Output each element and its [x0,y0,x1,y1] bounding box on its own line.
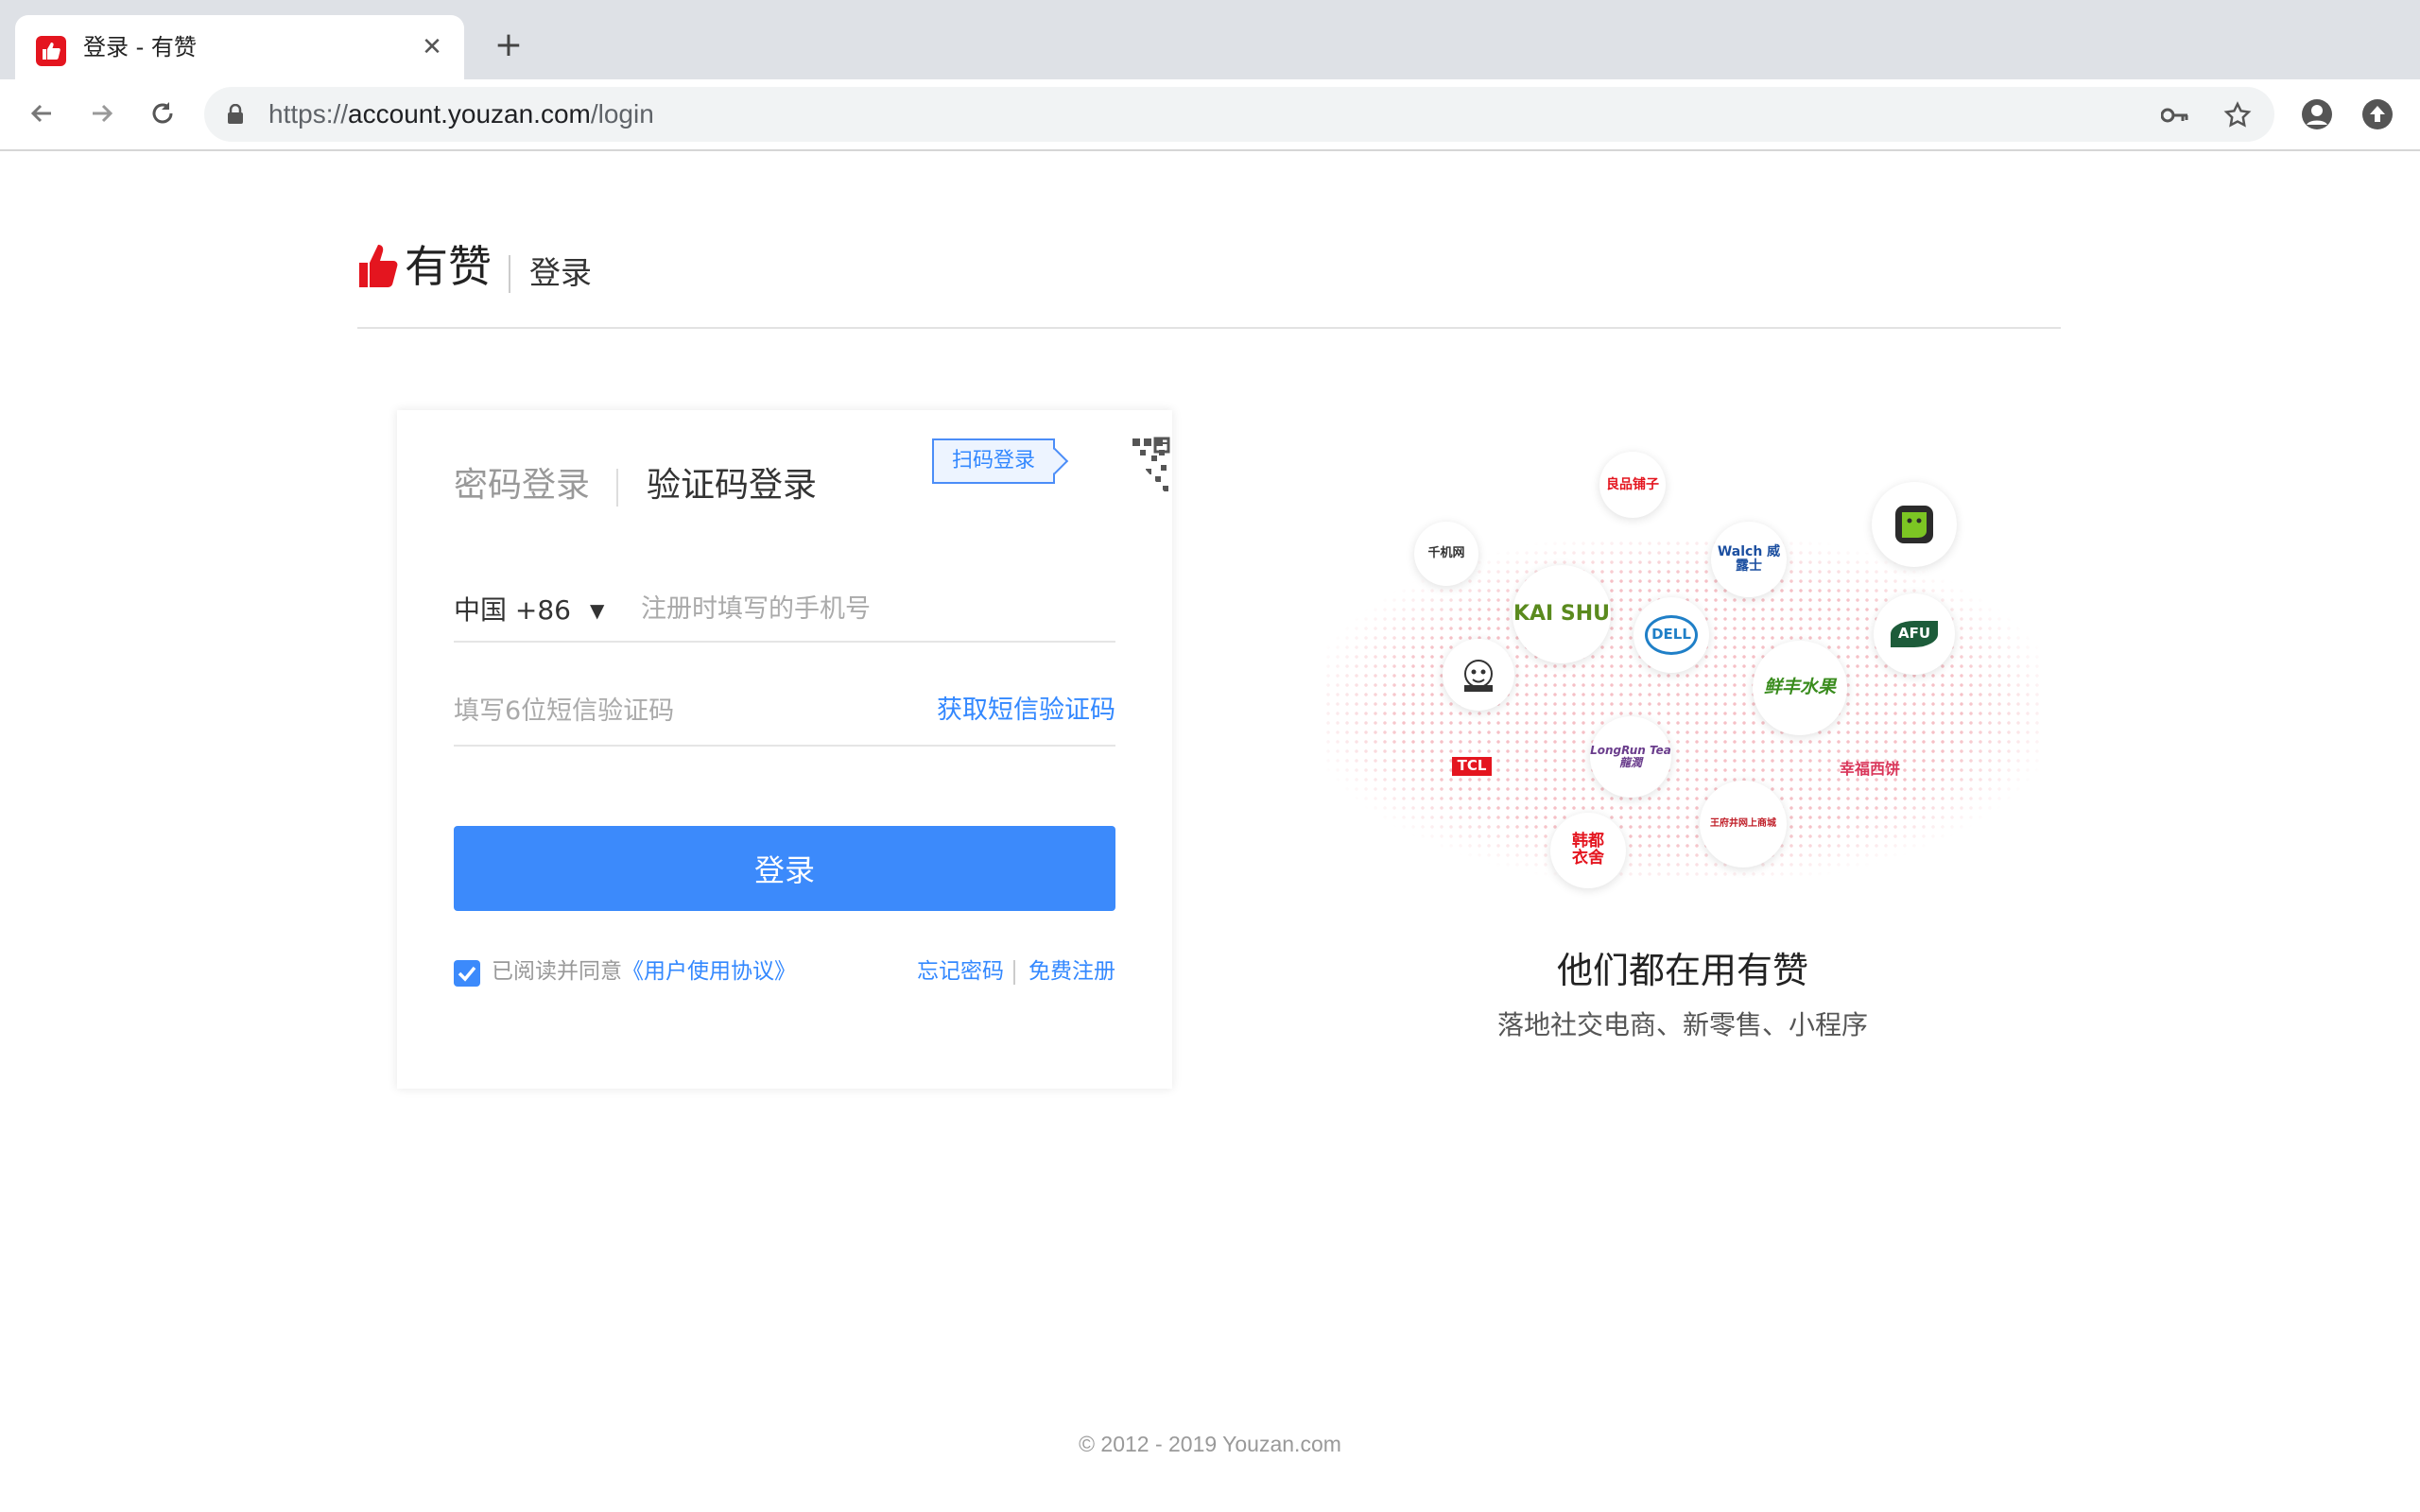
qr-code-icon[interactable] [1078,410,1172,514]
brand-logo-xianfeng: 鲜丰水果 [1753,641,1847,735]
login-button[interactable]: 登录 [454,826,1115,911]
phone-underline [454,641,1115,643]
sms-code-input[interactable] [454,684,889,737]
brand-logo-handu: 韩都衣舍 [1550,813,1626,888]
footer-copyright: © 2012 - 2019 Youzan.com [1079,1432,1341,1456]
tab-title: 登录 - 有赞 [83,34,197,60]
user-agreement-link[interactable]: 《用户使用协议》 [622,959,796,984]
agreement-row: 已阅读并同意《用户使用协议》 忘记密码 免费注册 [454,951,1115,992]
new-tab-icon[interactable]: + [488,25,529,66]
browser-toolbar: https://account.youzan.com/login [0,79,2420,151]
login-card: 密码登录 验证码登录 扫码登录 中国 +86 ▼ 注册时填写的手机号 填写6位短… [397,410,1172,1089]
brand-logo-kaishu: KAI SHU [1512,565,1611,663]
tab-password-login[interactable]: 密码登录 [454,461,590,510]
forgot-password-link[interactable]: 忘记密码 [917,951,1004,992]
brand-logo-liangpin: 良品铺子 [1599,452,1666,518]
key-icon[interactable] [2161,101,2189,129]
header-divider [509,255,510,293]
brand-name: 有赞 [405,241,492,292]
profile-avatar-icon[interactable] [2301,98,2333,130]
address-bar[interactable]: https://account.youzan.com/login [204,87,2274,142]
browser-tab[interactable]: 登录 - 有赞 ✕ [15,15,464,79]
caret-down-icon[interactable]: ▼ [590,599,604,622]
agree-checkbox[interactable] [454,960,480,987]
update-upload-icon[interactable] [2361,98,2394,130]
brand-logo-xingfu: 幸福西饼 [1839,759,1900,778]
youzan-thumb-logo-icon[interactable] [357,242,399,293]
agree-prefix: 已阅读并同意 [492,959,622,984]
link-divider [1013,960,1015,985]
brand-logo-mascot [1443,639,1514,711]
brand-logo-tcl: TCL [1439,733,1505,799]
brand-logo-green-app [1872,482,1957,567]
country-code-select[interactable]: 中国 +86 [454,590,571,631]
brand-showcase: 良品铺子 千机网 KAI SHU Walch 威露士 DELL AFU 鲜丰水果… [1314,444,2051,898]
agreement-text: 已阅读并同意《用户使用协议》 [492,951,796,992]
phone-input[interactable] [641,582,1114,635]
header-rule [357,327,2061,329]
showcase-headline: 他们都在用有赞 [1556,950,1808,991]
brand-logo-dell: DELL [1634,597,1709,673]
brand-logo-afu: AFU [1874,593,1955,675]
bookmark-star-icon[interactable] [2223,101,2252,129]
get-sms-code-link[interactable]: 获取短信验证码 [937,690,1115,731]
tab-divider [616,469,618,507]
close-tab-icon[interactable]: ✕ [415,30,449,64]
showcase-subline: 落地社交电商、新零售、小程序 [1496,1009,1868,1040]
lock-icon [227,103,244,129]
youzan-favicon-icon [36,36,66,66]
url-text: https://account.youzan.com/login [268,99,654,129]
qr-login-tooltip[interactable]: 扫码登录 [932,438,1055,484]
reload-icon[interactable] [142,93,183,134]
brand-logo-walch: Walch 威露士 [1711,522,1787,597]
forward-arrow-icon[interactable] [81,93,123,134]
brand-logo-longrun: LongRun Tea 龍潤 [1590,716,1671,798]
code-underline [454,745,1115,747]
brand-logo-wangfujing: 王府井网上商城 [1700,781,1787,868]
back-arrow-icon[interactable] [21,93,62,134]
tab-sms-login[interactable]: 验证码登录 [647,461,817,510]
free-register-link[interactable]: 免费注册 [1028,951,1115,992]
brand-logo-qianji: 千机网 [1414,522,1478,586]
page-title: 登录 [529,254,592,291]
browser-tab-strip: 登录 - 有赞 ✕ + [0,0,2420,79]
world-map-dots [1323,539,2042,879]
